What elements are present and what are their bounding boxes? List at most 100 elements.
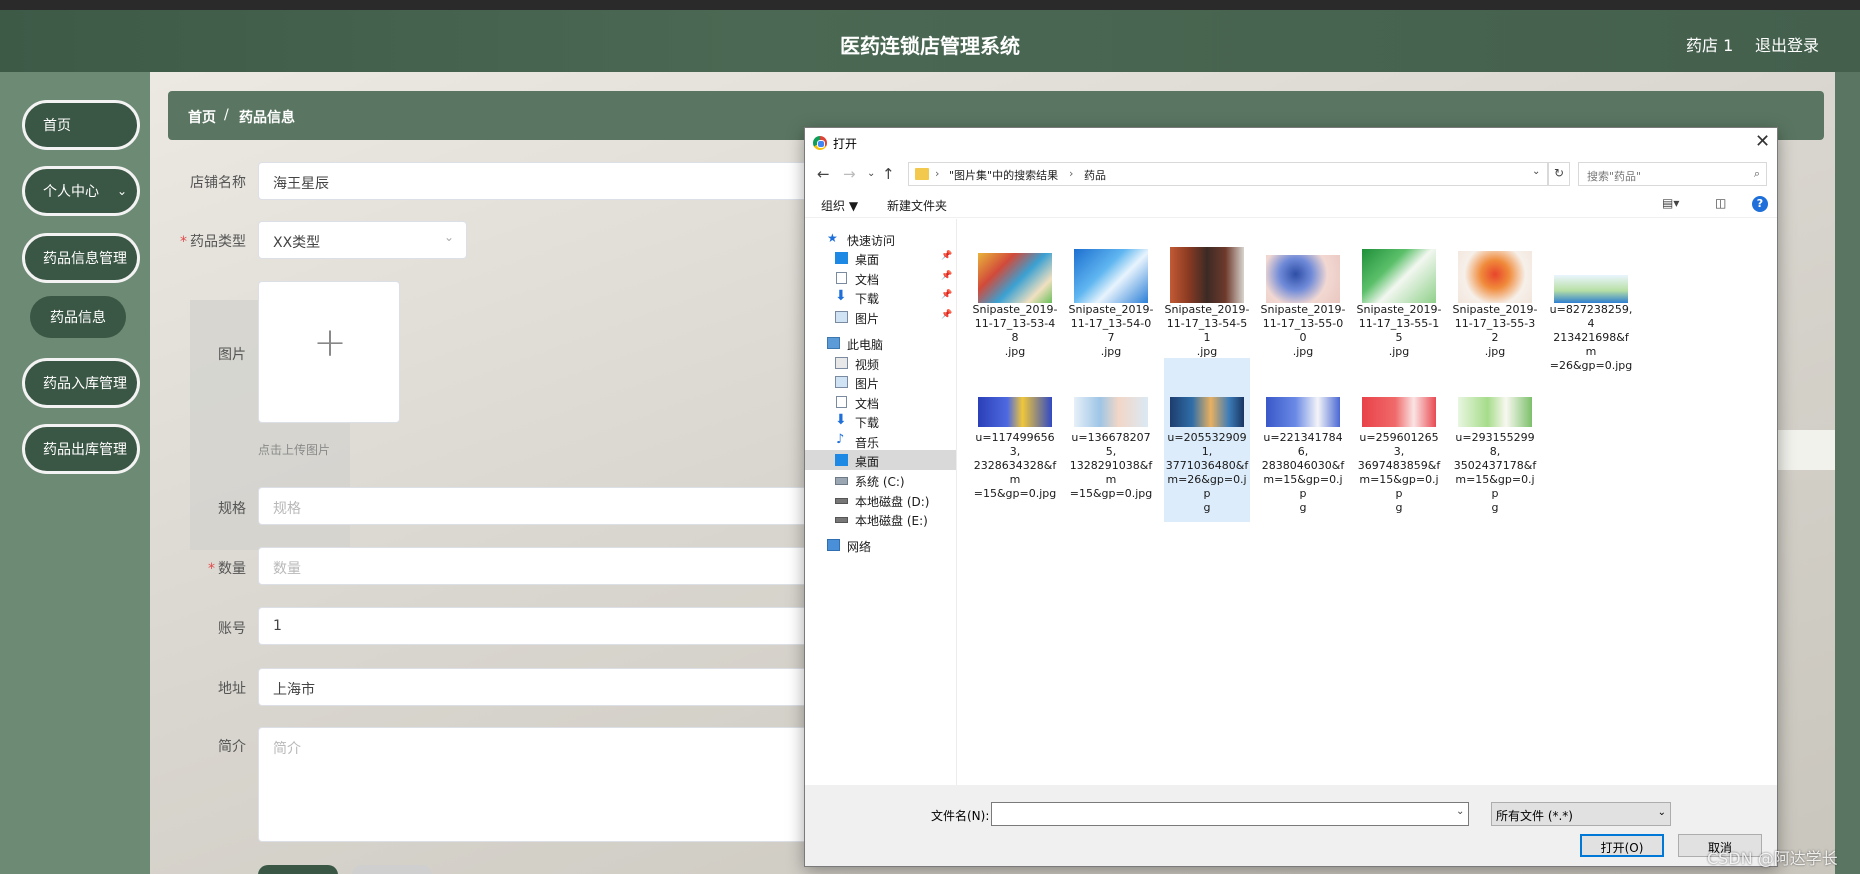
required-mark: * — [180, 234, 187, 250]
nav-quick-access[interactable]: ★ 快速访问 — [805, 229, 956, 249]
nav-videos[interactable]: 视频 — [805, 353, 956, 373]
pictures-icon — [835, 311, 848, 323]
nav-label: 下载 — [855, 292, 880, 306]
nav-label: 文档 — [855, 273, 880, 287]
file-item[interactable]: Snipaste_2019- 11-17_13-55-15 .jpg — [1356, 247, 1442, 358]
file-thumbnail — [1458, 397, 1532, 427]
intro-textarea[interactable]: 简介 — [258, 727, 818, 842]
nav-downloads[interactable]: ⬇ 下载 📌 — [805, 287, 956, 307]
spec-input[interactable]: 规格 — [258, 487, 818, 525]
nav-this-pc[interactable]: 此电脑 — [805, 333, 956, 353]
nav-drive-d[interactable]: 本地磁盘 (D:) — [805, 490, 956, 510]
quantity-label-text: 数量 — [218, 561, 246, 577]
forward-arrow-icon[interactable]: → — [843, 165, 856, 183]
nav-music[interactable]: ♪ 音乐 — [805, 431, 956, 451]
cancel-form-button[interactable] — [352, 865, 432, 874]
sidebar-item-label: 个人中心 — [43, 184, 99, 200]
chevron-down-icon[interactable]: ⌄ — [1532, 166, 1540, 177]
account-input[interactable]: 1 — [258, 607, 818, 645]
chrome-icon — [813, 136, 827, 150]
sidebar-item-profile[interactable]: 个人中心 ⌄ — [22, 166, 140, 216]
path-segment[interactable]: "图片集"中的搜索结果 — [949, 167, 1058, 183]
file-item[interactable]: u=2596012653, 3697483859&f m=15&gp=0.jp g — [1356, 397, 1442, 514]
current-user: 药店 1 — [1686, 36, 1734, 55]
file-item[interactable]: Snipaste_2019- 11-17_13-53-48 .jpg — [972, 247, 1058, 358]
organize-button[interactable]: 组织 ▼ — [821, 197, 858, 214]
up-arrow-icon[interactable]: ↑ — [882, 165, 895, 183]
file-item[interactable]: Snipaste_2019- 11-17_13-55-00 .jpg — [1260, 247, 1346, 358]
pin-icon: 📌 — [941, 271, 953, 281]
sidebar-item-stock-in-mgmt[interactable]: 药品入库管理 — [22, 358, 140, 408]
help-icon[interactable]: ? — [1752, 196, 1768, 212]
new-folder-button[interactable]: 新建文件夹 — [887, 197, 947, 214]
chevron-down-icon[interactable]: ⌄ — [1456, 806, 1464, 817]
nav-downloads-pc[interactable]: ⬇ 下载 — [805, 411, 956, 431]
nav-label: 视频 — [855, 358, 880, 372]
file-thumbnail — [1170, 247, 1244, 303]
sidebar-item-label: 首页 — [43, 118, 71, 134]
file-item[interactable]: Snipaste_2019- 11-17_13-55-32 .jpg — [1452, 247, 1538, 358]
nav-pictures-pc[interactable]: 图片 — [805, 372, 956, 392]
filename-label: 文件名(N): — [931, 809, 990, 823]
nav-desktop-pc[interactable]: 桌面 — [805, 450, 956, 470]
filename-input[interactable]: ⌄ — [991, 802, 1469, 826]
path-segment[interactable]: 药品 — [1084, 167, 1106, 183]
filetype-value: 所有文件 (*.*) — [1496, 809, 1573, 823]
refresh-icon[interactable]: ↻ — [1548, 162, 1570, 186]
nav-desktop[interactable]: 桌面 📌 — [805, 248, 956, 268]
open-file-dialog: 打开 ✕ ← → ⌄ ↑ › "图片集"中的搜索结果 › 药品 ⌄ ↻ 搜索"药… — [804, 127, 1778, 867]
quantity-input[interactable]: 数量 — [258, 547, 818, 585]
file-item[interactable]: Snipaste_2019- 11-17_13-54-07 .jpg — [1068, 247, 1154, 358]
drug-type-select[interactable]: XX类型 ⌄ — [258, 221, 467, 259]
logout-link[interactable]: 退出登录 — [1755, 32, 1819, 56]
file-item[interactable]: Snipaste_2019- 11-17_13-54-51 .jpg — [1164, 247, 1250, 358]
dialog-titlebar[interactable]: 打开 ✕ — [805, 128, 1777, 158]
nav-documents[interactable]: 文档 📌 — [805, 268, 956, 288]
sidebar-item-home[interactable]: 首页 — [22, 100, 140, 150]
file-name: u=1174996563, 2328634328&fm =15&gp=0.jpg — [973, 431, 1057, 500]
search-input[interactable]: 搜索"药品" ⌕ — [1578, 162, 1767, 186]
back-arrow-icon[interactable]: ← — [817, 165, 830, 183]
nav-drive-c[interactable]: 系统 (C:) — [805, 470, 956, 490]
nav-network[interactable]: 网络 — [805, 535, 956, 555]
shop-name-input[interactable]: 海王星辰 — [258, 162, 818, 200]
file-item[interactable]: u=827238259,4 213421698&fm =26&gp=0.jpg — [1548, 247, 1634, 372]
file-item[interactable]: u=1366782075, 1328291038&fm =15&gp=0.jpg — [1068, 397, 1154, 500]
view-options-icon[interactable]: ▤▾ — [1662, 196, 1679, 210]
drug-type-value: XX类型 — [273, 235, 321, 251]
image-upload-box[interactable]: + — [258, 281, 400, 423]
recent-dropdown-icon[interactable]: ⌄ — [867, 168, 875, 179]
nav-label: 本地磁盘 (E:) — [855, 514, 928, 528]
path-chevron-icon: › — [935, 167, 940, 180]
sidebar-item-drug-info-mgmt[interactable]: 药品信息管理 — [22, 233, 140, 283]
pin-icon: 📌 — [941, 251, 953, 261]
plus-icon: + — [313, 320, 347, 366]
file-item[interactable]: u=2213417846, 2838046030&f m=15&gp=0.jp g — [1260, 397, 1346, 514]
filetype-select[interactable]: 所有文件 (*.*) ⌄ — [1491, 802, 1671, 826]
preview-pane-icon[interactable]: ◫ — [1715, 196, 1726, 210]
nav-label: 下载 — [855, 416, 880, 430]
upload-hint: 点击上传图片 — [258, 443, 331, 457]
submit-button[interactable] — [258, 865, 338, 874]
nav-drive-e[interactable]: 本地磁盘 (E:) — [805, 509, 956, 529]
file-name: u=2055329091, 3771036480&f m=26&gp=0.jp g — [1165, 431, 1249, 514]
file-item[interactable]: u=2931552998, 3502437178&f m=15&gp=0.jp g — [1452, 397, 1538, 514]
sidebar-subitem-drug-info[interactable]: 药品信息 — [30, 296, 126, 338]
sidebar-item-stock-out-mgmt[interactable]: 药品出库管理 — [22, 424, 140, 474]
nav-pictures[interactable]: 图片 📌 — [805, 307, 956, 327]
dialog-footer: 文件名(N): ⌄ 所有文件 (*.*) ⌄ 打开(O) 取消 — [805, 785, 1777, 866]
address-input[interactable]: 上海市 — [258, 668, 818, 706]
file-item[interactable]: u=1174996563, 2328634328&fm =15&gp=0.jpg — [972, 397, 1058, 500]
close-icon[interactable]: ✕ — [1755, 131, 1770, 152]
video-icon — [835, 357, 848, 369]
address-bar[interactable]: › "图片集"中的搜索结果 › 药品 ⌄ — [908, 162, 1548, 186]
file-thumbnail — [1266, 397, 1340, 427]
open-button[interactable]: 打开(O) — [1580, 834, 1664, 857]
right-background — [1835, 72, 1860, 874]
breadcrumb-home[interactable]: 首页 — [188, 107, 216, 127]
file-item-selected[interactable]: u=2055329091, 3771036480&f m=26&gp=0.jp g — [1164, 358, 1250, 522]
nav-documents-pc[interactable]: 文档 — [805, 392, 956, 412]
file-name: Snipaste_2019- 11-17_13-54-07 .jpg — [1068, 303, 1154, 358]
file-name: Snipaste_2019- 11-17_13-55-32 .jpg — [1452, 303, 1538, 358]
file-thumbnail — [978, 397, 1052, 427]
